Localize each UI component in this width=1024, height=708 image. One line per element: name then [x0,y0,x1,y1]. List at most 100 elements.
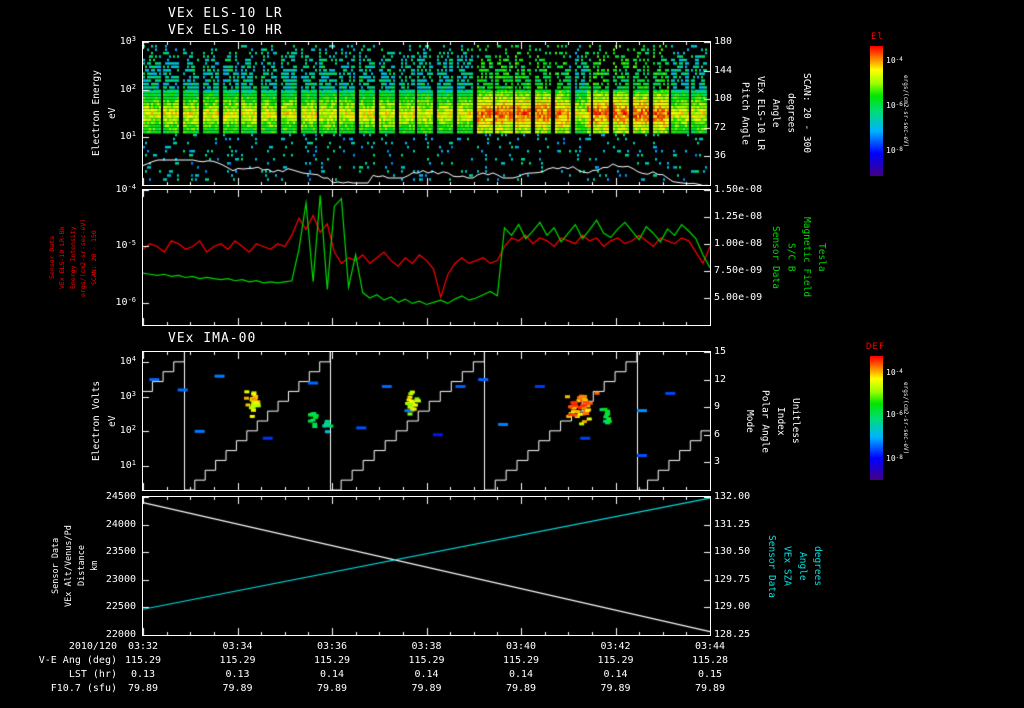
time-tick-label: 03:44 [694,641,726,652]
footer-value: 115.29 [408,655,445,666]
axis-tick-label: 180 [714,36,733,47]
p4-left-label-line: VEx Alt/Venus/Pd [63,525,74,607]
time-tick-label: 03:38 [411,641,442,652]
panel1-title-line1: VEx ELS-10 LR [168,6,283,21]
intensity-bfield-canvas [142,189,711,326]
axis-tick-label: 128.25 [714,629,751,640]
colorbar1 [870,46,883,176]
axis-tick-label: 1.00e-08 [714,238,763,249]
footer-row-label-f107: F10.7 (sfu) [50,683,117,694]
time-tick-label: 03:42 [600,641,631,652]
p2-left-label-line: ergs/(cm2-sr-sec-eV) [79,218,88,297]
footer-value: 115.29 [219,655,256,666]
axis-tick-label: 1.50e-08 [714,184,763,195]
axis-tick-label: 104 [119,355,136,368]
footer-value: 79.89 [411,683,442,694]
axis-tick-label: 144 [714,64,733,76]
axis-tick-label: 10-4 [115,183,136,195]
axis-tick-label: 102 [119,82,136,95]
footer-value: 79.89 [600,683,631,694]
axis-tick-label: 5.00e-09 [714,292,763,303]
footer-value: 115.29 [502,655,540,666]
footer-value: 0.14 [319,669,345,680]
colorbar-tick-label: 10-6 [886,100,903,110]
time-tick-label: 03:34 [222,641,253,652]
colorbar-tick-label: 10-8 [886,453,903,463]
axis-tick-label: 102 [119,424,136,437]
axis-tick-label: 6 [714,428,721,440]
colorbar1-title: El [871,32,884,42]
axis-tick-label: 129.00 [714,601,751,613]
footer-value: 115.28 [691,655,729,666]
axis-tick-label: 72 [714,121,727,133]
panel1-title-line2: VEx ELS-10 HR [168,23,283,38]
altitude-sza-canvas [142,496,711,636]
colorbar2-title: DEF [866,342,886,352]
axis-tick-label: 103 [119,35,136,47]
p3-right-label-line: Unitless [790,398,802,444]
colorbar-tick-label: 10-4 [886,56,903,66]
footer-value: 115.29 [313,655,351,666]
p4-left-label-line: Sensor Data [50,537,61,595]
colorbar2 [870,356,883,480]
axis-tick-label: 101 [119,130,136,143]
axis-tick-label: 15 [714,346,727,357]
axis-tick-label: 131.25 [714,518,751,530]
axis-tick-label: 108 [714,93,733,105]
axis-tick-label: 101 [119,458,136,471]
colorbar-tick-label: 10-4 [886,368,903,378]
footer-value: 0.13 [130,669,156,680]
p4-right-label-line: degrees [812,545,824,587]
footer-row-label-ve-ang: V-E Ang (deg) [38,655,117,666]
axis-tick-label: 24500 [105,491,136,502]
footer-value: 79.89 [316,683,348,694]
axis-tick-label: 7.50e-09 [714,265,763,276]
p4-right-label-line: VEx SZA [781,545,793,587]
footer-value: 0.15 [697,669,723,680]
p1-right-label-line: Angle [770,99,782,128]
p1-right-axis-label: Pitch Angle VEx ELS-10 LR Angle degrees … [734,42,816,185]
axis-tick-label: 103 [119,389,136,402]
axis-tick-label: 23500 [105,546,136,558]
axis-tick-label: 3 [714,456,721,468]
axis-tick-label: 24000 [105,518,136,530]
time-tick-label: 03:40 [505,641,537,652]
p1-right-label-line: SCAN: 20 - 300 [800,73,812,154]
footer-value: 0.14 [603,669,628,680]
panel3-title: VEx IMA-00 [168,331,257,346]
p2-left-label-line: Energy Intensity [68,226,77,289]
axis-tick-label: 132.00 [714,491,751,502]
axis-tick-label: 129.75 [714,573,751,585]
axis-tick-label: 12 [714,373,727,385]
p1-right-label-line: degrees [785,93,797,134]
p4-left-label-line: Distance [77,545,87,587]
axis-tick-label: 1.25e-08 [714,211,763,222]
footer-value: 0.14 [508,669,534,680]
footer-value: 0.14 [414,669,439,680]
axis-tick-label: 130.50 [714,546,751,558]
p1-right-label-line: VEx ELS-10 LR [754,76,766,151]
p1-ylabel-line: Electron Energy [91,70,103,157]
footer-value: 115.29 [597,655,634,666]
footer-value: 79.89 [127,683,159,694]
axis-tick-label: 23000 [105,573,136,585]
axis-tick-label: 10-6 [115,295,136,308]
footer-row-label-lst: LST (hr) [68,669,117,680]
p4-right-label-line: Angle [796,551,808,581]
p2-left-label-line: Sensor Data [47,235,56,280]
colorbar-tick-label: 10-6 [886,410,903,420]
time-tick-label: 03:36 [316,641,348,652]
p2-right-label-line: Magnetic Field [800,217,812,298]
p2-right-label-line: S/C B [785,243,797,272]
p2-right-label-line: Tesla [816,243,828,272]
colorbar-tick-label: 10-8 [886,146,903,155]
p2-left-axis-label: Sensor Data VEx ELS-10 LR-Bk Energy Inte… [47,190,98,325]
axis-tick-label: 10-5 [115,239,136,252]
footer-value: 0.13 [225,669,250,680]
footer-value: 79.89 [505,683,537,694]
axis-tick-label: 36 [714,150,727,162]
p1-left-axis-label: Electron Energy eV [88,42,122,185]
p2-left-label-line: VEx ELS-10 LR-Bk [58,226,67,289]
vex-quicklook-plot-page: VEx ELS-10 LR VEx ELS-10 HR VEx IMA-00 E… [0,0,1024,708]
time-tick-label: 03:32 [127,641,159,652]
